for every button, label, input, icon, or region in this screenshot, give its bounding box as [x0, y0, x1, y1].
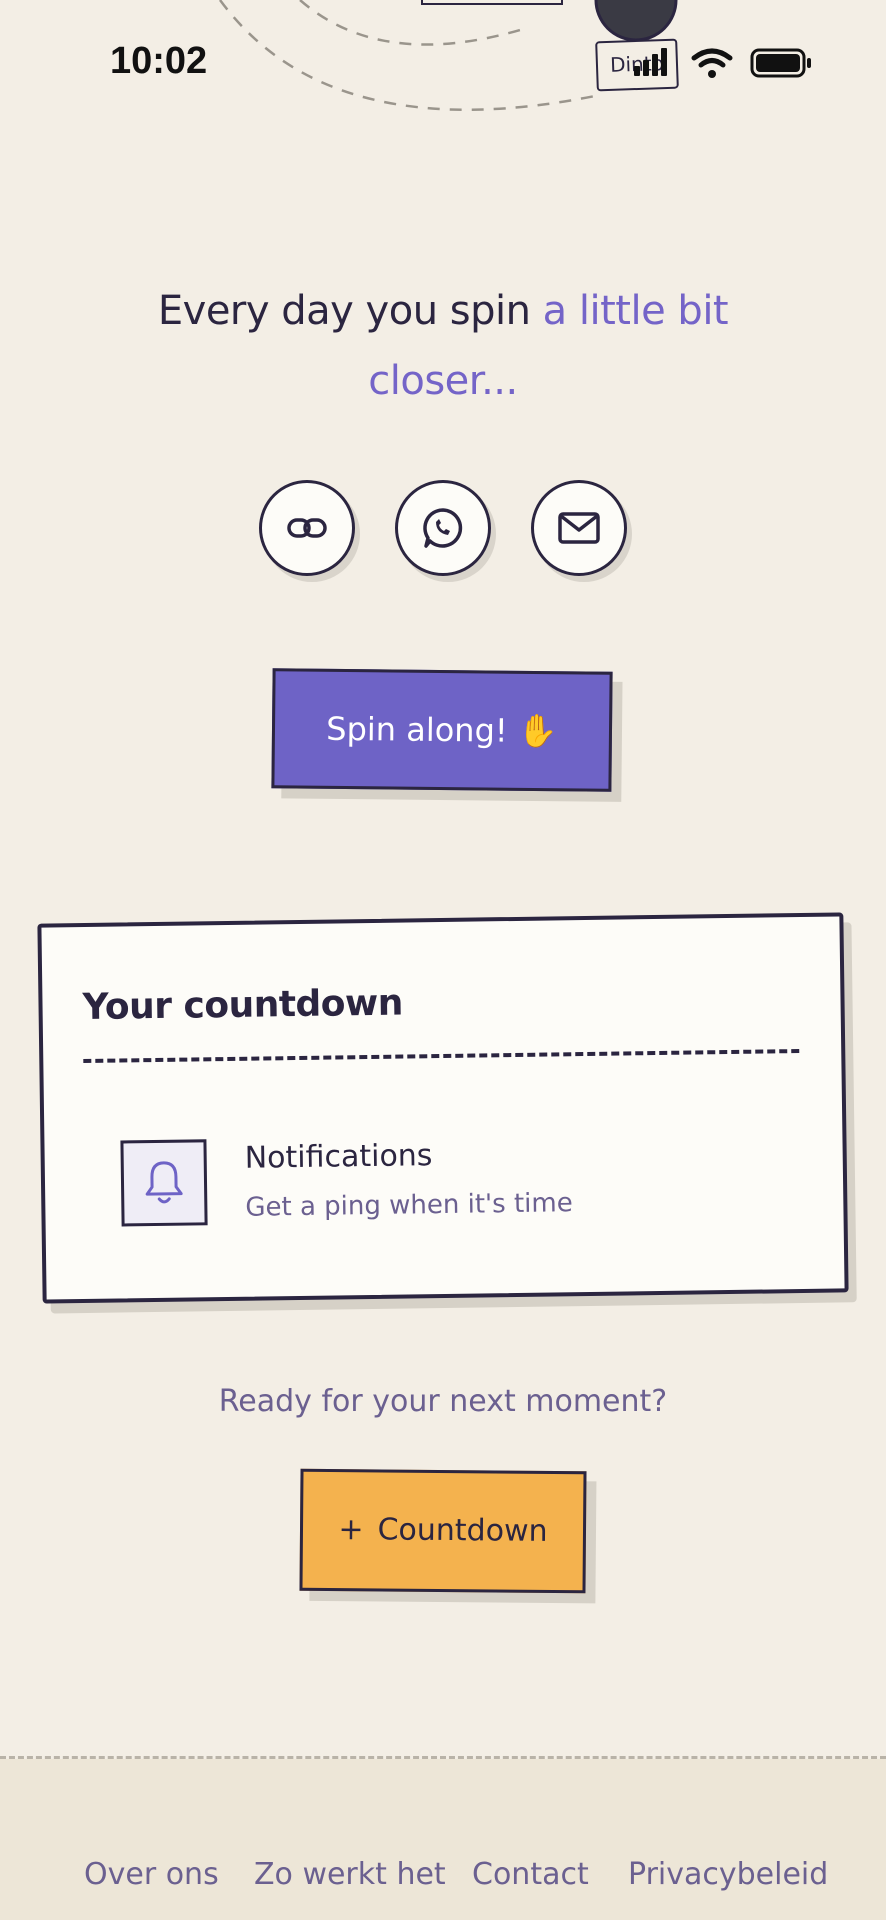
countdown-button-label: Countdown: [377, 1512, 548, 1549]
spin-along-button[interactable]: Spin along! ✋: [271, 668, 613, 792]
countdown-card: Your countdown Notifications Get a ping …: [37, 912, 849, 1304]
status-icons: [634, 48, 811, 78]
notifications-icon-box[interactable]: [120, 1139, 208, 1227]
footer-link-privacybeleid[interactable]: Privacybeleid: [628, 1857, 828, 1892]
notifications-subtitle: Get a ping when it's time: [245, 1188, 573, 1223]
bell-icon: [145, 1161, 183, 1204]
card-divider: [83, 1049, 800, 1064]
wifi-icon: [691, 48, 733, 78]
status-time: 10:02: [110, 40, 208, 82]
copy-link-button[interactable]: [259, 480, 355, 576]
footer-link-over-ons[interactable]: Over ons: [84, 1857, 219, 1892]
headline-text: Every day you spin: [157, 288, 543, 334]
footer: Over ons Zo werkt het Contact Privacybel…: [0, 1759, 886, 1920]
mail-icon: [558, 512, 600, 544]
card-title: Your countdown: [82, 982, 404, 1029]
footer-link-zo-werkt-het[interactable]: Zo werkt het: [254, 1857, 446, 1892]
plus-icon: +: [338, 1512, 364, 1548]
footer-link-contact[interactable]: Contact: [472, 1857, 589, 1892]
headline: Every day you spin a little bit closer..…: [150, 276, 736, 416]
battery-icon: [750, 48, 811, 78]
whatsapp-share-button[interactable]: [395, 480, 491, 576]
ready-text: Ready for your next moment?: [218, 1384, 668, 1419]
notifications-title: Notifications: [244, 1138, 433, 1176]
cellular-signal-icon: [634, 48, 667, 76]
link-icon: [287, 518, 327, 538]
email-share-button[interactable]: [531, 480, 627, 576]
add-countdown-button[interactable]: + Countdown: [299, 1468, 587, 1594]
whatsapp-icon: [423, 508, 463, 548]
